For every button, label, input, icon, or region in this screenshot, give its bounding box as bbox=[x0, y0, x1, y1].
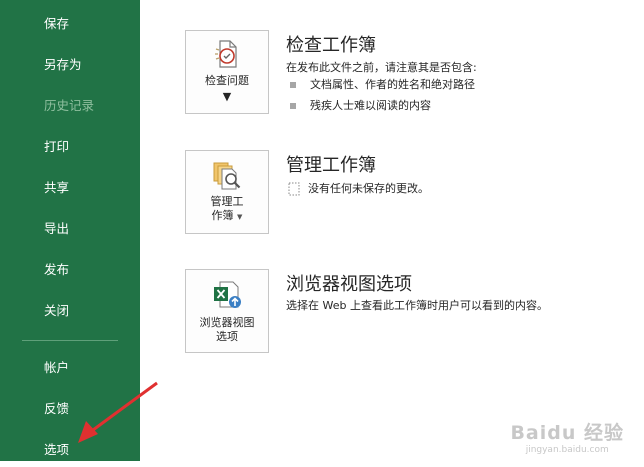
annotation-arrow-icon bbox=[78, 381, 158, 443]
